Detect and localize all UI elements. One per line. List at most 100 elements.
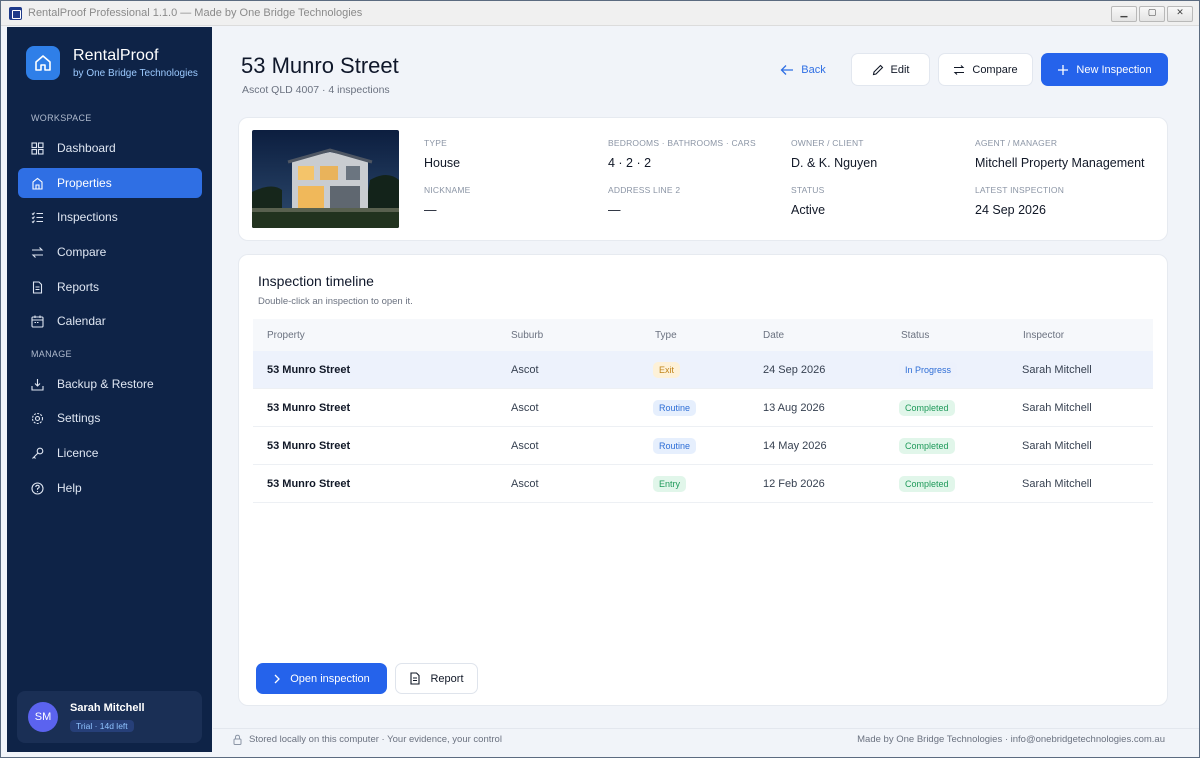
main-content: 53 Munro Street Ascot QLD 4007 · 4 inspe… [213, 27, 1199, 727]
sidebar-item-properties[interactable]: Properties [18, 168, 202, 198]
field-type: TYPE House [424, 138, 461, 170]
sidebar-item-label: Compare [57, 245, 107, 259]
column-header-inspector[interactable]: Inspector [1023, 330, 1064, 341]
avatar: SM [28, 702, 58, 732]
sidebar: RentalProof by One Bridge Technologies W… [7, 27, 212, 752]
sidebar-item-label: Settings [57, 411, 101, 425]
brand: RentalProof by One Bridge Technologies [26, 46, 198, 80]
table-row[interactable]: 53 Munro Street Ascot Exit 24 Sep 2026 I… [253, 351, 1153, 389]
cell-suburb: Ascot [511, 363, 539, 376]
table-row[interactable]: 53 Munro Street Ascot Routine 13 Aug 202… [253, 389, 1153, 427]
cell-inspector: Sarah Mitchell [1022, 439, 1092, 452]
type-badge: Exit [653, 361, 681, 378]
table-row[interactable]: 53 Munro Street Ascot Routine 14 May 202… [253, 427, 1153, 465]
brand-name: RentalProof [73, 47, 159, 64]
app-window: RentalProof Professional 1.1.0 — Made by… [0, 0, 1200, 758]
manage-section-label: MANAGE [31, 349, 72, 359]
cell-property: 53 Munro Street [267, 477, 351, 490]
cell-property: 53 Munro Street [267, 439, 351, 452]
arrow-left-icon [780, 64, 794, 76]
cell-date: 12 Feb 2026 [763, 477, 825, 490]
close-button[interactable]: ✕ [1167, 6, 1193, 22]
pencil-icon [872, 64, 884, 76]
sidebar-item-settings[interactable]: Settings [18, 403, 202, 433]
table-row[interactable]: 53 Munro Street Ascot Entry 12 Feb 2026 … [253, 465, 1153, 503]
compare-label: Compare [972, 63, 1018, 76]
timeline-title: Inspection timeline [258, 273, 374, 289]
sidebar-item-reports[interactable]: Reports [18, 272, 202, 302]
status-footer: Stored locally on this computer · Your e… [213, 728, 1199, 752]
sidebar-item-label: Properties [57, 176, 112, 190]
cell-suburb: Ascot [511, 477, 539, 490]
status-badge: Completed [899, 399, 955, 416]
plus-icon [1057, 64, 1069, 76]
sidebar-item-label: Inspections [57, 210, 118, 224]
column-header-type[interactable]: Type [655, 330, 677, 341]
column-header-property[interactable]: Property [267, 330, 305, 341]
property-photo [252, 130, 399, 228]
sidebar-item-inspections[interactable]: Inspections [18, 202, 202, 232]
document-icon [30, 280, 44, 294]
checklist-icon [30, 210, 44, 224]
sidebar-item-label: Licence [57, 446, 99, 460]
sidebar-item-label: Calendar [57, 314, 106, 328]
type-badge: Routine [653, 399, 697, 416]
page-title: 53 Munro Street [241, 53, 399, 78]
cell-suburb: Ascot [511, 439, 539, 452]
key-icon [30, 446, 44, 460]
report-button[interactable]: Report [395, 663, 478, 694]
column-header-status[interactable]: Status [901, 330, 929, 341]
new-inspection-label: New Inspection [1076, 63, 1152, 76]
back-button[interactable]: Back [779, 53, 827, 86]
backup-icon [30, 377, 44, 391]
page-subtitle: Ascot QLD 4007 · 4 inspections [242, 84, 390, 96]
inspection-table: Property Suburb Type Date Status Inspect… [253, 319, 1153, 503]
sidebar-item-backup-restore[interactable]: Backup & Restore [18, 369, 202, 399]
new-inspection-button[interactable]: New Inspection [1041, 53, 1168, 86]
sidebar-item-label: Help [57, 481, 82, 495]
maximize-button[interactable]: ▢ [1139, 6, 1165, 22]
field-address-line-2: ADDRESS LINE 2 — [608, 185, 681, 217]
cell-property: 53 Munro Street [267, 401, 351, 414]
calendar-icon [30, 314, 44, 328]
column-header-suburb[interactable]: Suburb [511, 330, 543, 341]
trial-badge: Trial · 14d left [70, 720, 134, 732]
type-badge: Routine [653, 437, 697, 454]
sidebar-item-calendar[interactable]: Calendar [18, 306, 202, 336]
minimize-button[interactable]: ▁ [1111, 6, 1137, 22]
sidebar-item-label: Reports [57, 280, 100, 294]
property-card: TYPE House BEDROOMS · BATHROOMS · CARS 4… [238, 117, 1168, 241]
type-badge: Entry [653, 475, 687, 492]
field-latest-inspection: LATEST INSPECTION 24 Sep 2026 [975, 185, 1065, 217]
open-inspection-button[interactable]: Open inspection [256, 663, 387, 694]
lock-icon [233, 734, 242, 745]
open-inspection-label: Open inspection [290, 672, 370, 685]
field-nickname: NICKNAME — [424, 185, 471, 217]
cell-property: 53 Munro Street [267, 363, 351, 376]
help-icon [30, 481, 44, 495]
field-agent: AGENT / MANAGER Mitchell Property Manage… [975, 138, 1145, 170]
cell-date: 13 Aug 2026 [763, 401, 825, 414]
sidebar-item-licence[interactable]: Licence [18, 438, 202, 468]
field-owner: OWNER / CLIENT D. & K. Nguyen [791, 138, 878, 170]
status-badge: Completed [899, 475, 955, 492]
compare-button[interactable]: Compare [938, 53, 1033, 86]
footer-left-text: Stored locally on this computer · Your e… [249, 734, 502, 745]
footer-right-text: Made by One Bridge Technologies · info@o… [857, 734, 1165, 745]
app-icon [9, 6, 22, 20]
chevron-right-icon [273, 674, 281, 684]
gear-icon [30, 411, 44, 425]
sidebar-item-compare[interactable]: Compare [18, 237, 202, 267]
user-card[interactable]: SM Sarah Mitchell Trial · 14d left [17, 691, 202, 743]
building-icon [30, 176, 44, 190]
edit-button[interactable]: Edit [851, 53, 930, 86]
cell-inspector: Sarah Mitchell [1022, 477, 1092, 490]
sidebar-item-label: Backup & Restore [57, 377, 154, 391]
sidebar-item-dashboard[interactable]: Dashboard [18, 133, 202, 163]
cell-date: 24 Sep 2026 [763, 363, 826, 376]
report-label: Report [430, 672, 464, 685]
user-name: Sarah Mitchell [70, 702, 145, 714]
column-header-date[interactable]: Date [763, 330, 784, 341]
window-title: RentalProof Professional 1.1.0 — Made by… [28, 7, 363, 19]
sidebar-item-help[interactable]: Help [18, 473, 202, 503]
